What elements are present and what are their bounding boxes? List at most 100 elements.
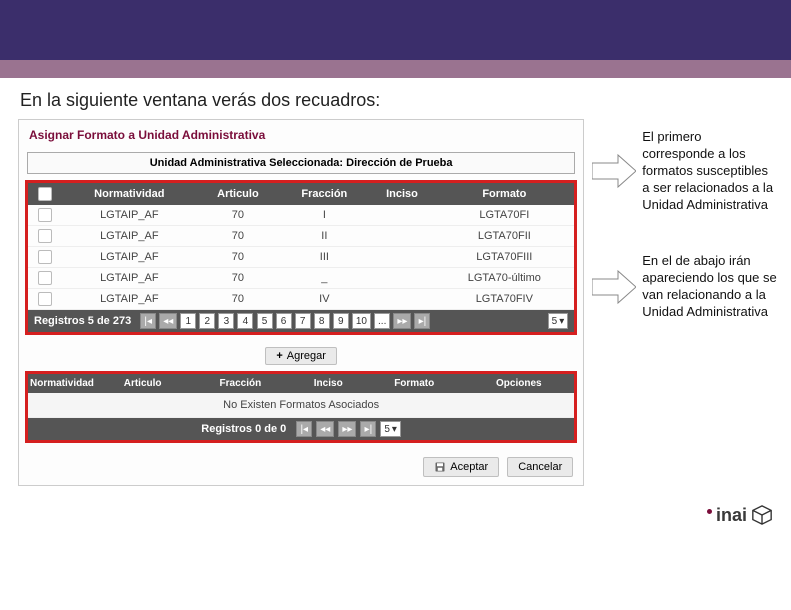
table-row: LGTAIP_AF70I LGTA70FI [28,205,574,226]
pager-bottom: Registros 0 de 0 |◂ ◂◂ ▸▸ ▸| 5▾ [28,418,574,440]
page-number-button[interactable]: 1 [180,313,196,329]
col2-fraccion: Fracción [189,374,291,393]
col2-normatividad: Normatividad [28,374,96,393]
col-articulo: Articulo [197,183,280,205]
cell-fraccion: _ [279,268,369,289]
pager-label: Registros 5 de 273 [34,315,131,327]
cell-articulo: 70 [197,205,280,226]
last-page-button[interactable]: ▸| [414,313,430,329]
cell-articulo: 70 [197,226,280,247]
cell-formato: LGTA70FI [434,205,574,226]
col-normatividad: Normatividad [62,183,197,205]
cell-normatividad: LGTAIP_AF [62,247,197,268]
pager2-label: Registros 0 de 0 [201,423,286,435]
row-checkbox[interactable] [38,292,52,306]
page-number-button[interactable]: 2 [199,313,215,329]
cell-normatividad: LGTAIP_AF [62,226,197,247]
page-number-button[interactable]: 10 [352,313,371,329]
slide-intro-text: En la siguiente ventana verás dos recuad… [0,78,791,119]
next-page-button-2[interactable]: ▸▸ [338,421,356,437]
cancel-label: Cancelar [518,461,562,473]
cell-normatividad: LGTAIP_AF [62,268,197,289]
page-number-button[interactable]: 5 [257,313,273,329]
available-formats-table: Normatividad Articulo Fracción Inciso Fo… [28,183,574,310]
cell-articulo: 70 [197,247,280,268]
app-panel: Asignar Formato a Unidad Administrativa … [18,119,584,486]
first-page-button[interactable]: |◂ [140,313,156,329]
page-number-button[interactable]: 4 [237,313,253,329]
accept-button[interactable]: Aceptar [423,457,499,477]
logo-cube-icon [751,504,773,526]
col2-inciso: Inciso [291,374,365,393]
add-button-label: Agregar [287,350,326,362]
prev-page-button[interactable]: ◂◂ [159,313,177,329]
cell-fraccion: II [279,226,369,247]
cell-fraccion: I [279,205,369,226]
empty-row: No Existen Formatos Asociados [28,393,574,418]
page-number-button[interactable]: 8 [314,313,330,329]
header-band-dark [0,0,791,60]
next-page-button[interactable]: ▸▸ [393,313,411,329]
table-row: LGTAIP_AF70IV LGTA70FIV [28,289,574,310]
page-number-button[interactable]: 6 [276,313,292,329]
table-row: LGTAIP_AF70II LGTA70FII [28,226,574,247]
col2-articulo: Articulo [96,374,189,393]
annotation-1: El primero corresponde a los formatos su… [642,129,781,213]
assigned-formats-table: Normatividad Articulo Fracción Inciso Fo… [28,374,574,418]
cell-formato: LGTA70FIV [434,289,574,310]
arrow-icon [592,151,636,191]
pager-top: Registros 5 de 273 |◂ ◂◂ 1 2 3 4 5 6 7 8… [28,310,574,332]
cell-normatividad: LGTAIP_AF [62,289,197,310]
plus-icon: + [276,350,282,362]
col-formato: Formato [434,183,574,205]
prev-page-button-2[interactable]: ◂◂ [316,421,334,437]
col2-formato: Formato [365,374,463,393]
page-size-select[interactable]: 5▾ [548,313,569,329]
col-fraccion: Fracción [279,183,369,205]
first-page-button-2[interactable]: |◂ [296,421,312,437]
cell-inciso [370,226,435,247]
cancel-button[interactable]: Cancelar [507,457,573,477]
annotation-2: En el de abajo irán apareciendo los que … [642,253,781,321]
panel-title: Asignar Formato a Unidad Administrativa [19,120,583,148]
row-checkbox[interactable] [38,208,52,222]
cell-inciso [370,205,435,226]
panel-subtitle: Unidad Administrativa Seleccionada: Dire… [27,152,575,174]
select-all-checkbox[interactable] [38,187,52,201]
last-page-button-2[interactable]: ▸| [360,421,376,437]
col-inciso: Inciso [370,183,435,205]
row-checkbox[interactable] [38,229,52,243]
cell-formato: LGTA70-último [434,268,574,289]
page-number-button[interactable]: 9 [333,313,349,329]
highlight-box-top: Normatividad Articulo Fracción Inciso Fo… [25,180,577,335]
page-number-button[interactable]: ... [374,313,390,329]
cell-fraccion: IV [279,289,369,310]
cell-fraccion: III [279,247,369,268]
table-row: LGTAIP_AF70III LGTA70FIII [28,247,574,268]
row-checkbox[interactable] [38,271,52,285]
cell-formato: LGTA70FII [434,226,574,247]
cell-inciso [370,247,435,268]
page-size-select-2[interactable]: 5▾ [380,421,401,437]
save-icon [434,461,446,473]
cell-formato: LGTA70FIII [434,247,574,268]
col2-opciones: Opciones [463,374,574,393]
brand-logo: inai [707,504,773,526]
cell-normatividad: LGTAIP_AF [62,205,197,226]
highlight-box-bottom: Normatividad Articulo Fracción Inciso Fo… [25,371,577,443]
cell-articulo: 70 [197,289,280,310]
cell-inciso [370,289,435,310]
cell-inciso [370,268,435,289]
cell-articulo: 70 [197,268,280,289]
brand-name: inai [716,505,747,526]
add-button[interactable]: + Agregar [265,347,337,365]
row-checkbox[interactable] [38,250,52,264]
table-row: LGTAIP_AF70_ LGTA70-último [28,268,574,289]
accept-label: Aceptar [450,461,488,473]
logo-dot-icon [707,509,712,514]
col-checkbox [28,183,62,205]
page-number-button[interactable]: 3 [218,313,234,329]
arrow-icon [592,267,636,307]
empty-label: No Existen Formatos Asociados [28,393,574,418]
page-number-button[interactable]: 7 [295,313,311,329]
